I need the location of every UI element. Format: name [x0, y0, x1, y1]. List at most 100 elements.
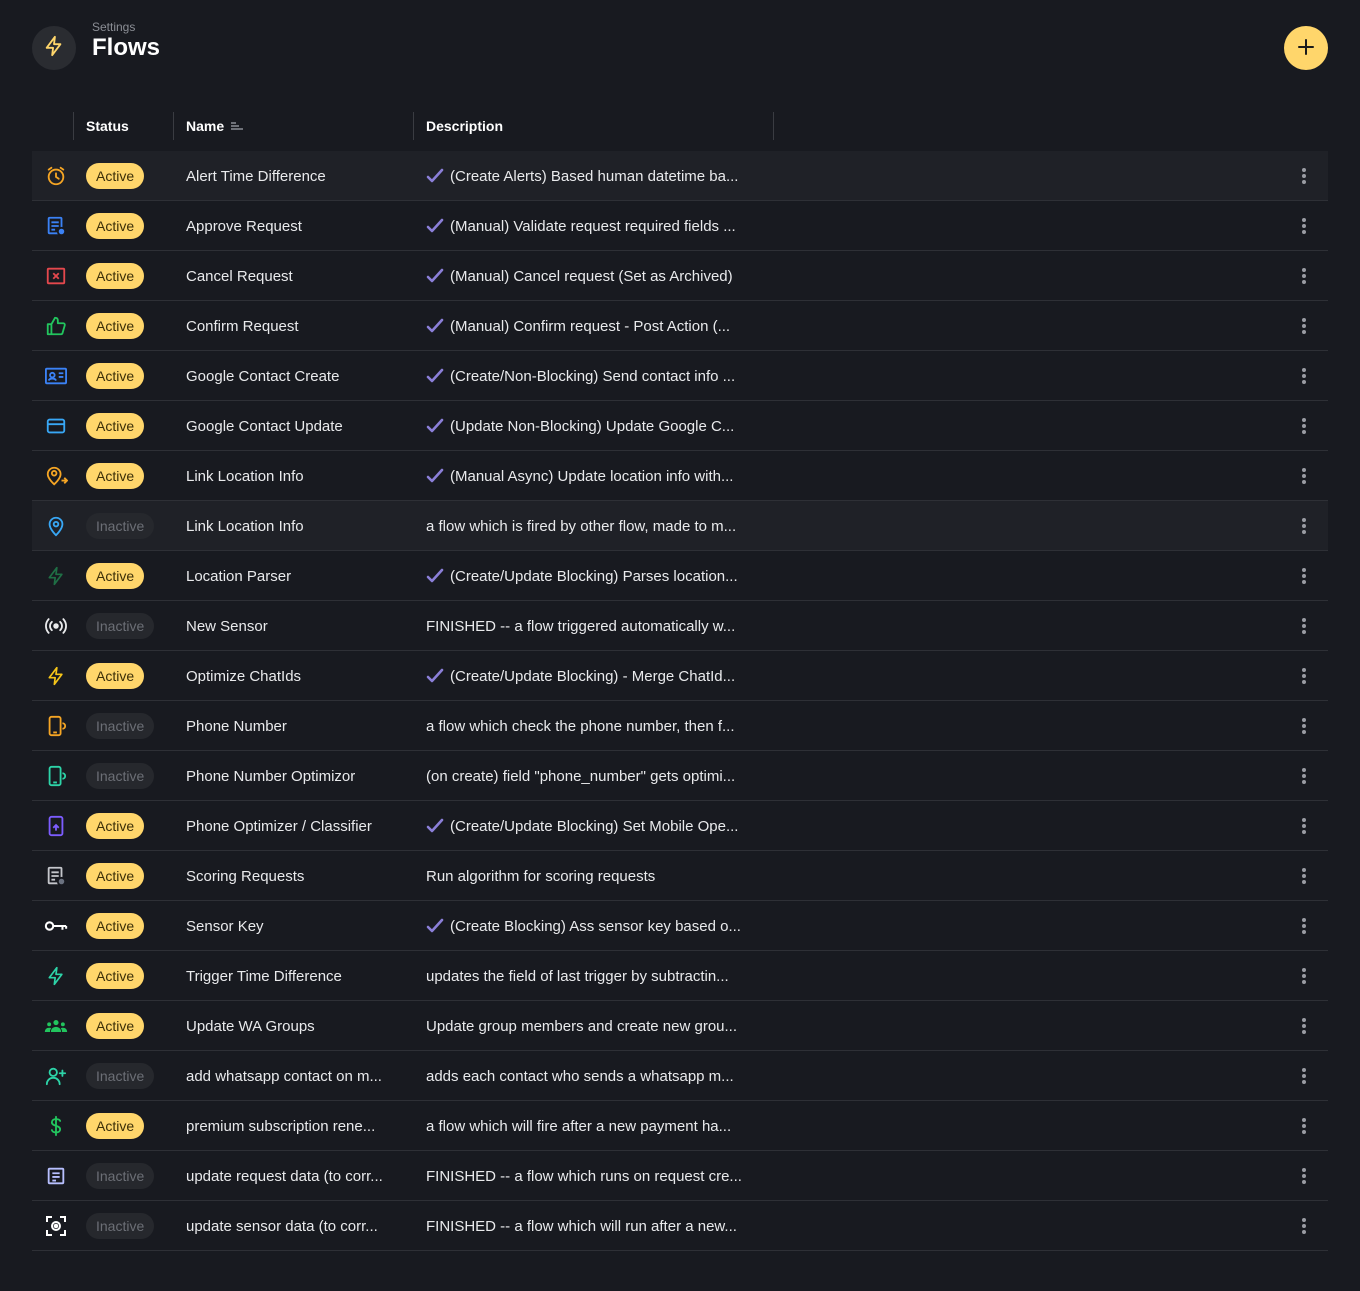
page-title: Flows — [92, 34, 161, 61]
flow-name[interactable]: Confirm Request — [186, 301, 416, 351]
dollar-icon — [44, 1114, 68, 1138]
flow-name[interactable]: New Sensor — [186, 601, 416, 651]
flow-name[interactable]: Phone Number — [186, 701, 416, 751]
flow-description: (on create) field "phone_number" gets op… — [426, 751, 776, 801]
flow-name[interactable]: update request data (to corr... — [186, 1151, 416, 1201]
flows-logo — [32, 26, 76, 70]
broadcast-icon — [44, 614, 68, 638]
table-row[interactable]: Active Cancel Request (Manual) Cancel re… — [32, 251, 1328, 301]
flow-name[interactable]: Location Parser — [186, 551, 416, 601]
more-options-icon[interactable] — [1292, 264, 1316, 288]
location-user-icon — [44, 464, 68, 488]
table-row[interactable]: Active Google Contact Update (Update Non… — [32, 401, 1328, 451]
breadcrumb[interactable]: Settings — [92, 20, 135, 34]
bolt-icon — [43, 35, 65, 62]
more-options-icon[interactable] — [1292, 164, 1316, 188]
more-options-icon[interactable] — [1292, 1114, 1316, 1138]
column-divider[interactable] — [413, 112, 414, 140]
more-options-icon[interactable] — [1292, 964, 1316, 988]
table-row[interactable]: Active Update WA Groups Update group mem… — [32, 1001, 1328, 1051]
flow-name[interactable]: Approve Request — [186, 201, 416, 251]
column-divider[interactable] — [73, 112, 74, 140]
flow-name[interactable]: Phone Number Optimizor — [186, 751, 416, 801]
table-row[interactable]: Active Confirm Request (Manual) Confirm … — [32, 301, 1328, 351]
more-options-icon[interactable] — [1292, 764, 1316, 788]
more-options-icon[interactable] — [1292, 714, 1316, 738]
flow-name[interactable]: Scoring Requests — [186, 851, 416, 901]
status-badge: Inactive — [86, 763, 155, 789]
flow-name[interactable]: Sensor Key — [186, 901, 416, 951]
flow-name[interactable]: Google Contact Update — [186, 401, 416, 451]
more-options-icon[interactable] — [1292, 814, 1316, 838]
table-header: Status Name Description — [32, 100, 1328, 152]
table-row[interactable]: Active Link Location Info (Manual Async)… — [32, 451, 1328, 501]
table-row[interactable]: Inactive Phone Number a flow which check… — [32, 701, 1328, 751]
more-options-icon[interactable] — [1292, 364, 1316, 388]
table-row[interactable]: Inactive update request data (to corr...… — [32, 1151, 1328, 1201]
flow-description: FINISHED -- a flow which will run after … — [426, 1201, 776, 1251]
status-badge: Active — [86, 863, 145, 889]
table-row[interactable]: Inactive Phone Number Optimizor (on crea… — [32, 751, 1328, 801]
column-header-name[interactable]: Name — [186, 112, 244, 140]
more-options-icon[interactable] — [1292, 1164, 1316, 1188]
status-badge: Active — [86, 1113, 145, 1139]
more-options-icon[interactable] — [1292, 664, 1316, 688]
flow-name[interactable]: Update WA Groups — [186, 1001, 416, 1051]
table-row[interactable]: Active Location Parser (Create/Update Bl… — [32, 551, 1328, 601]
thumbs-up-icon — [44, 314, 68, 338]
table-row[interactable]: Active Approve Request (Manual) Validate… — [32, 201, 1328, 251]
flow-description: FINISHED -- a flow which runs on request… — [426, 1151, 776, 1201]
flow-name[interactable]: Optimize ChatIds — [186, 651, 416, 701]
more-options-icon[interactable] — [1292, 1014, 1316, 1038]
flow-name[interactable]: Google Contact Create — [186, 351, 416, 401]
table-row[interactable]: Inactive Link Location Info a flow which… — [32, 501, 1328, 551]
flow-name[interactable]: Link Location Info — [186, 501, 416, 551]
flow-name[interactable]: Alert Time Difference — [186, 151, 416, 201]
table-row[interactable]: Active Google Contact Create (Create/Non… — [32, 351, 1328, 401]
table-row[interactable]: Active Phone Optimizer / Classifier (Cre… — [32, 801, 1328, 851]
column-header-description[interactable]: Description — [426, 112, 503, 140]
more-options-icon[interactable] — [1292, 214, 1316, 238]
table-row[interactable]: Active Sensor Key (Create Blocking) Ass … — [32, 901, 1328, 951]
table-row[interactable]: Active premium subscription rene... a fl… — [32, 1101, 1328, 1151]
table-row[interactable]: Active Optimize ChatIds (Create/Update B… — [32, 651, 1328, 701]
table-row[interactable]: Active Scoring Requests Run algorithm fo… — [32, 851, 1328, 901]
status-badge: Active — [86, 1013, 145, 1039]
more-options-icon[interactable] — [1292, 314, 1316, 338]
more-options-icon[interactable] — [1292, 914, 1316, 938]
more-options-icon[interactable] — [1292, 514, 1316, 538]
flow-description-text: (Manual Async) Update location info with… — [450, 467, 734, 485]
column-header-status[interactable]: Status — [86, 112, 129, 140]
more-options-icon[interactable] — [1292, 464, 1316, 488]
status-badge: Inactive — [86, 1213, 155, 1239]
flow-name[interactable]: Phone Optimizer / Classifier — [186, 801, 416, 851]
flow-name[interactable]: Link Location Info — [186, 451, 416, 501]
flow-name[interactable]: Trigger Time Difference — [186, 951, 416, 1001]
flow-name[interactable]: premium subscription rene... — [186, 1101, 416, 1151]
flow-name[interactable]: update sensor data (to corr... — [186, 1201, 416, 1251]
column-divider[interactable] — [173, 112, 174, 140]
add-flow-button[interactable] — [1284, 26, 1328, 70]
flow-description-text: FINISHED -- a flow triggered automatical… — [426, 617, 736, 635]
column-divider[interactable] — [773, 112, 774, 140]
flow-description-text: (Create/Update Blocking) Set Mobile Ope.… — [450, 817, 739, 835]
table-row[interactable]: Active Trigger Time Difference updates t… — [32, 951, 1328, 1001]
more-options-icon[interactable] — [1292, 1064, 1316, 1088]
more-options-icon[interactable] — [1292, 564, 1316, 588]
table-row[interactable]: Inactive add whatsapp contact on m... ad… — [32, 1051, 1328, 1101]
flow-description-text: (Update Non-Blocking) Update Google C... — [450, 417, 735, 435]
status-badge: Active — [86, 363, 145, 389]
bolt-icon — [44, 664, 68, 688]
table-row[interactable]: Active Alert Time Difference (Create Ale… — [32, 151, 1328, 201]
more-options-icon[interactable] — [1292, 614, 1316, 638]
flow-name[interactable]: add whatsapp contact on m... — [186, 1051, 416, 1101]
more-options-icon[interactable] — [1292, 414, 1316, 438]
flow-description-text: FINISHED -- a flow which runs on request… — [426, 1167, 742, 1185]
group-icon — [44, 1014, 68, 1038]
sort-ascending-icon[interactable] — [230, 121, 244, 131]
more-options-icon[interactable] — [1292, 864, 1316, 888]
table-row[interactable]: Inactive update sensor data (to corr... … — [32, 1201, 1328, 1251]
table-row[interactable]: Inactive New Sensor FINISHED -- a flow t… — [32, 601, 1328, 651]
flow-name[interactable]: Cancel Request — [186, 251, 416, 301]
more-options-icon[interactable] — [1292, 1214, 1316, 1238]
